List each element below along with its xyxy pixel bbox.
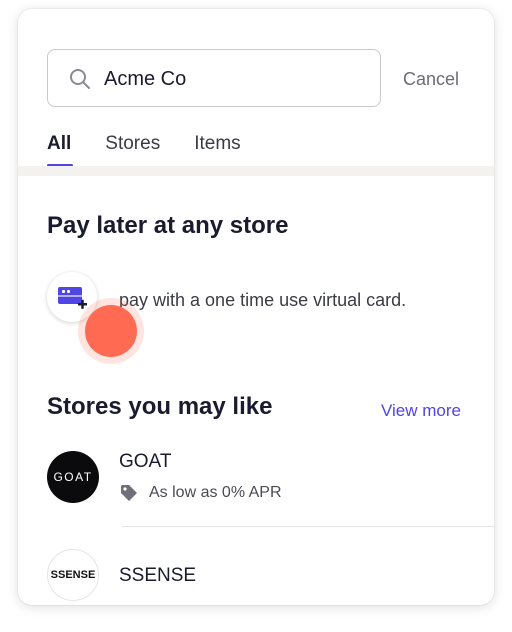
store-item-goat[interactable]: GOAT GOAT As low as 0% APR: [47, 451, 494, 511]
search-input[interactable]: [104, 64, 354, 94]
store-item-ssense[interactable]: SSENSE SSENSE: [47, 549, 494, 601]
tab-all[interactable]: All: [47, 133, 74, 167]
pay-later-description: pay with a one time use virtual card.: [119, 290, 407, 310]
tab-items[interactable]: Items: [194, 133, 240, 167]
virtual-card-plus-icon: [58, 287, 87, 309]
touch-indicator: [78, 298, 144, 364]
search-box[interactable]: [47, 49, 381, 107]
tab-stores[interactable]: Stores: [105, 133, 160, 167]
search-panel: Cancel All Stores Items Pay later at any…: [18, 9, 494, 605]
tag-icon: [121, 485, 137, 501]
store-logo-ssense: SSENSE: [47, 549, 99, 601]
pay-later-title: Pay later at any store: [47, 212, 289, 239]
view-more-link[interactable]: View more: [381, 401, 461, 421]
list-divider: [122, 526, 494, 527]
cancel-button[interactable]: Cancel: [403, 69, 459, 90]
stores-section-title: Stores you may like: [47, 393, 273, 420]
store-logo-goat: GOAT: [47, 451, 99, 503]
section-divider: [18, 166, 494, 176]
store-name: SSENSE: [119, 565, 197, 586]
search-icon: [70, 69, 90, 89]
store-offer-text: As low as 0% APR: [149, 484, 282, 501]
store-name: GOAT: [119, 451, 172, 472]
store-offer: As low as 0% APR: [119, 483, 282, 503]
filter-tabs: All Stores Items: [47, 133, 275, 167]
